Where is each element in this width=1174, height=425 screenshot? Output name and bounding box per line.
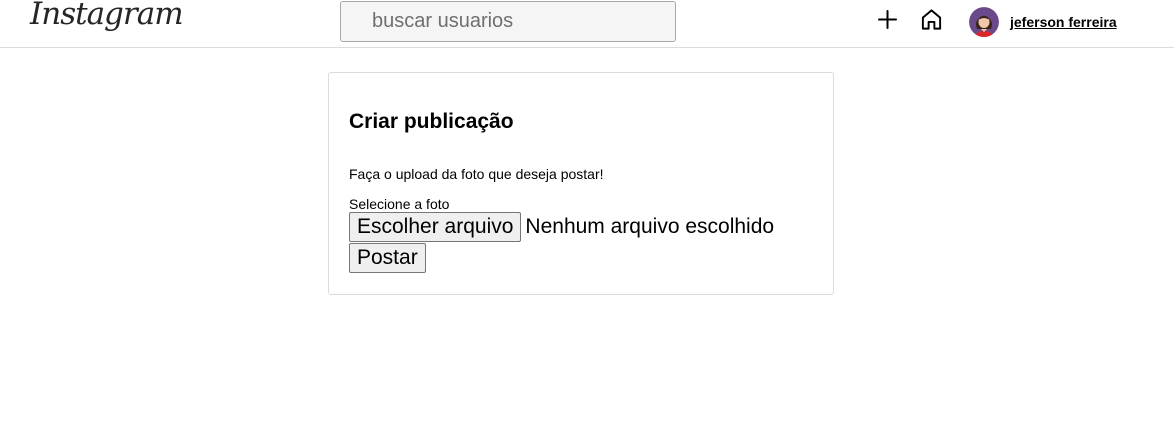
plus-icon[interactable] [877,9,898,30]
post-button[interactable]: Postar [349,243,426,273]
choose-file-button[interactable]: Escolher arquivo [349,212,522,242]
avatar[interactable] [969,7,999,37]
file-input: Escolher arquivo Nenhum arquivo escolhid… [349,212,774,242]
top-navbar: Instagram jeferson ferreira [0,0,1174,48]
search-input[interactable] [340,1,676,42]
page-title: Criar publicação [349,110,514,133]
create-post-card: Criar publicação Faça o upload da foto q… [328,72,834,295]
file-status-text: Nenhum arquivo escolhido [525,215,775,238]
file-input-label: Selecione a foto [349,196,450,212]
user-avatar-icon [969,7,999,37]
username-link[interactable]: jeferson ferreira [1010,14,1117,30]
instagram-logo[interactable]: Instagram [30,0,184,32]
upload-instructions: Faça o upload da foto que deseja postar! [349,166,604,182]
home-icon[interactable] [920,8,943,31]
